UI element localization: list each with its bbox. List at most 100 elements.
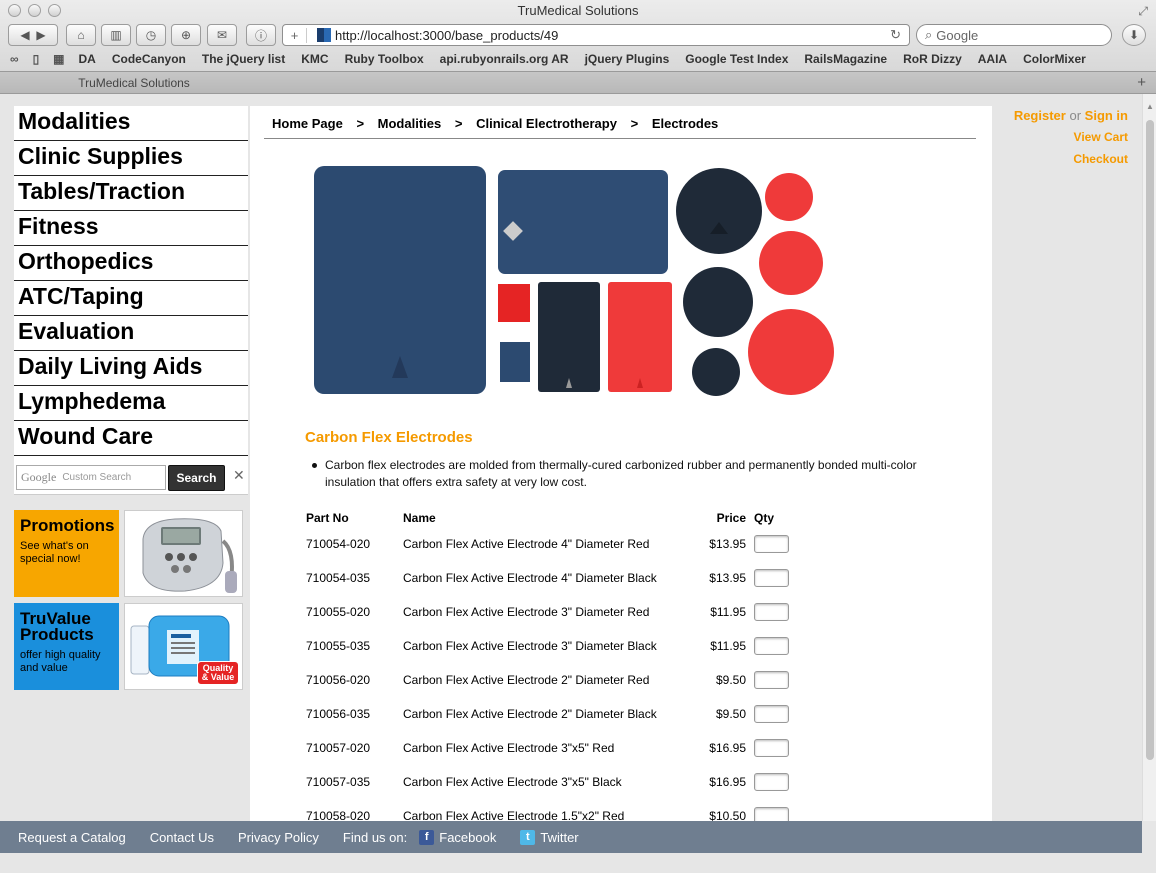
checkout-link[interactable]: Checkout bbox=[1073, 152, 1128, 166]
truvalue-products-image[interactable]: Quality & Value bbox=[124, 603, 243, 690]
product-name: Carbon Flex Active Electrode 3"x5" Black bbox=[403, 775, 622, 789]
product-price: $9.50 bbox=[715, 707, 746, 721]
browser-search-field[interactable]: ⌕ Google bbox=[916, 24, 1112, 46]
page-scrollbar[interactable]: ▲ bbox=[1142, 94, 1156, 821]
info-button[interactable]: ⓘ bbox=[246, 24, 276, 46]
product-name: Carbon Flex Active Electrode 3"x5" Red bbox=[403, 741, 615, 755]
search-button[interactable]: Search bbox=[168, 465, 225, 491]
history-button[interactable]: ◷ bbox=[136, 24, 166, 46]
bookmark-link[interactable]: api.rubyonrails.org AR bbox=[440, 52, 569, 66]
qty-input[interactable] bbox=[754, 535, 789, 553]
tab-bar: TruMedical Solutions + bbox=[0, 71, 1156, 93]
breadcrumb-clinical-electrotherapy[interactable]: Clinical Electrotherapy bbox=[476, 116, 617, 131]
nav-item-modalities[interactable]: Modalities bbox=[14, 106, 248, 141]
bookmark-link[interactable]: CodeCanyon bbox=[112, 52, 186, 66]
nav-item-atc-taping[interactable]: ATC/Taping bbox=[14, 281, 248, 316]
nav-item-lymphedema[interactable]: Lymphedema bbox=[14, 386, 248, 421]
forward-arrow-icon[interactable]: ▶ bbox=[36, 28, 45, 42]
back-arrow-icon[interactable]: ◀ bbox=[20, 28, 29, 42]
quality-value-badge: Quality & Value bbox=[197, 661, 239, 685]
bookmark-link[interactable]: KMC bbox=[301, 52, 328, 66]
clear-search-icon[interactable]: ✕ bbox=[233, 467, 245, 484]
nav-item-wound-care[interactable]: Wound Care bbox=[14, 421, 248, 456]
bookmark-link[interactable]: Google Test Index bbox=[685, 52, 788, 66]
table-row: 710057-035 Carbon Flex Active Electrode … bbox=[306, 765, 804, 799]
contact-us-link[interactable]: Contact Us bbox=[150, 830, 214, 845]
nav-item-fitness[interactable]: Fitness bbox=[14, 211, 248, 246]
product-name: Carbon Flex Active Electrode 3" Diameter… bbox=[403, 605, 650, 619]
mail-button[interactable]: ✉ bbox=[207, 24, 237, 46]
window-title: TruMedical Solutions bbox=[517, 3, 639, 18]
clock-icon: ◷ bbox=[145, 28, 157, 42]
add-bookmark-button[interactable]: ⊕ bbox=[171, 24, 201, 46]
stim-device-image[interactable] bbox=[124, 510, 243, 597]
nav-item-clinic-supplies[interactable]: Clinic Supplies bbox=[14, 141, 248, 176]
qty-input[interactable] bbox=[754, 637, 789, 655]
nav-item-daily-living-aids[interactable]: Daily Living Aids bbox=[14, 351, 248, 386]
reading-list-icon[interactable]: ∞ bbox=[10, 52, 19, 66]
qty-input[interactable] bbox=[754, 569, 789, 587]
home-button[interactable]: ⌂ bbox=[66, 24, 96, 46]
facebook-link[interactable]: f Facebook bbox=[419, 829, 496, 845]
scroll-up-icon[interactable]: ▲ bbox=[1146, 102, 1154, 111]
bookmark-link[interactable]: ColorMixer bbox=[1023, 52, 1086, 66]
product-price: $11.95 bbox=[710, 605, 746, 619]
twitter-link[interactable]: t Twitter bbox=[520, 829, 579, 845]
truvalue-banner[interactable]: TruValue Products offer high quality and… bbox=[14, 603, 248, 692]
register-link[interactable]: Register bbox=[1014, 108, 1066, 123]
nav-item-orthopedics[interactable]: Orthopedics bbox=[14, 246, 248, 281]
qty-input[interactable] bbox=[754, 671, 789, 689]
truvalue-subtitle: offer high quality and value bbox=[20, 649, 101, 674]
product-price: $10.50 bbox=[709, 809, 746, 821]
breadcrumb-modalities[interactable]: Modalities bbox=[378, 116, 442, 131]
bookmark-link[interactable]: RoR Dizzy bbox=[903, 52, 962, 66]
bookmark-link[interactable]: The jQuery list bbox=[202, 52, 285, 66]
url-text[interactable]: http://localhost:3000/base_products/49 bbox=[335, 28, 558, 43]
bookmark-link[interactable]: jQuery Plugins bbox=[585, 52, 670, 66]
privacy-policy-link[interactable]: Privacy Policy bbox=[238, 830, 319, 845]
reload-icon[interactable]: ↻ bbox=[890, 27, 901, 43]
product-price: $13.95 bbox=[709, 571, 746, 585]
product-name: Carbon Flex Active Electrode 2" Diameter… bbox=[403, 707, 657, 721]
nav-item-evaluation[interactable]: Evaluation bbox=[14, 316, 248, 351]
part-number: 710055-020 bbox=[306, 605, 371, 619]
col-qty: Qty bbox=[754, 511, 775, 525]
sign-in-link[interactable]: Sign in bbox=[1085, 108, 1128, 123]
promotions-banner[interactable]: Promotions See what's on special now! bbox=[14, 510, 248, 599]
qty-input[interactable] bbox=[754, 603, 789, 621]
qty-input[interactable] bbox=[754, 739, 789, 757]
product-price: $16.95 bbox=[709, 775, 746, 789]
bookmark-link[interactable]: RailsMagazine bbox=[804, 52, 887, 66]
nav-item-tables-traction[interactable]: Tables/Traction bbox=[14, 176, 248, 211]
top-sites-grid-icon[interactable]: ▦ bbox=[53, 52, 64, 66]
product-price: $9.50 bbox=[715, 673, 746, 687]
back-forward-buttons[interactable]: ◀ ▶ bbox=[8, 24, 58, 46]
bookmark-link[interactable]: AAIA bbox=[978, 52, 1007, 66]
add-icon[interactable]: + bbox=[283, 27, 307, 43]
bookmark-link[interactable]: DA bbox=[79, 52, 96, 66]
address-bar[interactable]: + http://localhost:3000/base_products/49… bbox=[282, 24, 910, 46]
bookmarks-button[interactable]: ▥ bbox=[101, 24, 131, 46]
promotions-panel[interactable]: Promotions See what's on special now! bbox=[14, 510, 119, 597]
electrodes-product-image bbox=[312, 164, 842, 404]
bookmarks-book-icon[interactable]: ▯ bbox=[33, 52, 40, 66]
table-row: 710057-020 Carbon Flex Active Electrode … bbox=[306, 731, 804, 765]
download-button[interactable]: ⬇ bbox=[1122, 24, 1146, 46]
bookmark-link[interactable]: Ruby Toolbox bbox=[345, 52, 424, 66]
info-icon: ⓘ bbox=[254, 28, 267, 43]
fullscreen-icon[interactable]: ⤢ bbox=[1138, 4, 1148, 19]
qty-input[interactable] bbox=[754, 773, 789, 791]
scrollbar-thumb[interactable] bbox=[1146, 120, 1154, 760]
new-tab-icon[interactable]: + bbox=[1137, 74, 1146, 91]
tab-trumedical[interactable]: TruMedical Solutions bbox=[0, 72, 268, 94]
view-cart-link[interactable]: View Cart bbox=[1074, 130, 1128, 144]
breadcrumb-separator: > bbox=[356, 116, 365, 131]
breadcrumb-home[interactable]: Home Page bbox=[272, 116, 343, 131]
request-catalog-link[interactable]: Request a Catalog bbox=[18, 830, 126, 845]
col-price: Price bbox=[716, 511, 746, 525]
truvalue-panel[interactable]: TruValue Products offer high quality and… bbox=[14, 603, 119, 690]
qty-input[interactable] bbox=[754, 705, 789, 723]
qty-input[interactable] bbox=[754, 807, 789, 821]
custom-search-input[interactable]: Google Custom Search bbox=[16, 465, 166, 490]
site-footer: Request a Catalog Contact Us Privacy Pol… bbox=[0, 821, 1142, 853]
